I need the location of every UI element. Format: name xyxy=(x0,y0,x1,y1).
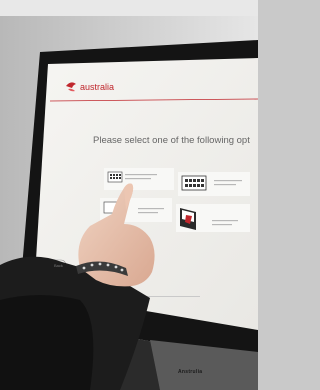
tile-booking-ref xyxy=(178,172,250,196)
tile-check-in xyxy=(104,168,174,190)
ceiling xyxy=(0,0,258,16)
brand-name: australia xyxy=(80,82,115,92)
selection-prompt: Please select one of the following opt xyxy=(93,135,250,146)
tile-scan-boarding-pass xyxy=(176,204,250,232)
kiosk-footer-brand: Anstrulia xyxy=(178,369,203,375)
screen-footer-line xyxy=(140,296,200,297)
photo-scene: australia Please select one of the follo… xyxy=(0,0,258,390)
scene-graphics xyxy=(0,0,258,390)
jacket-shadow xyxy=(0,295,94,390)
back-button-label: Back xyxy=(54,263,63,268)
